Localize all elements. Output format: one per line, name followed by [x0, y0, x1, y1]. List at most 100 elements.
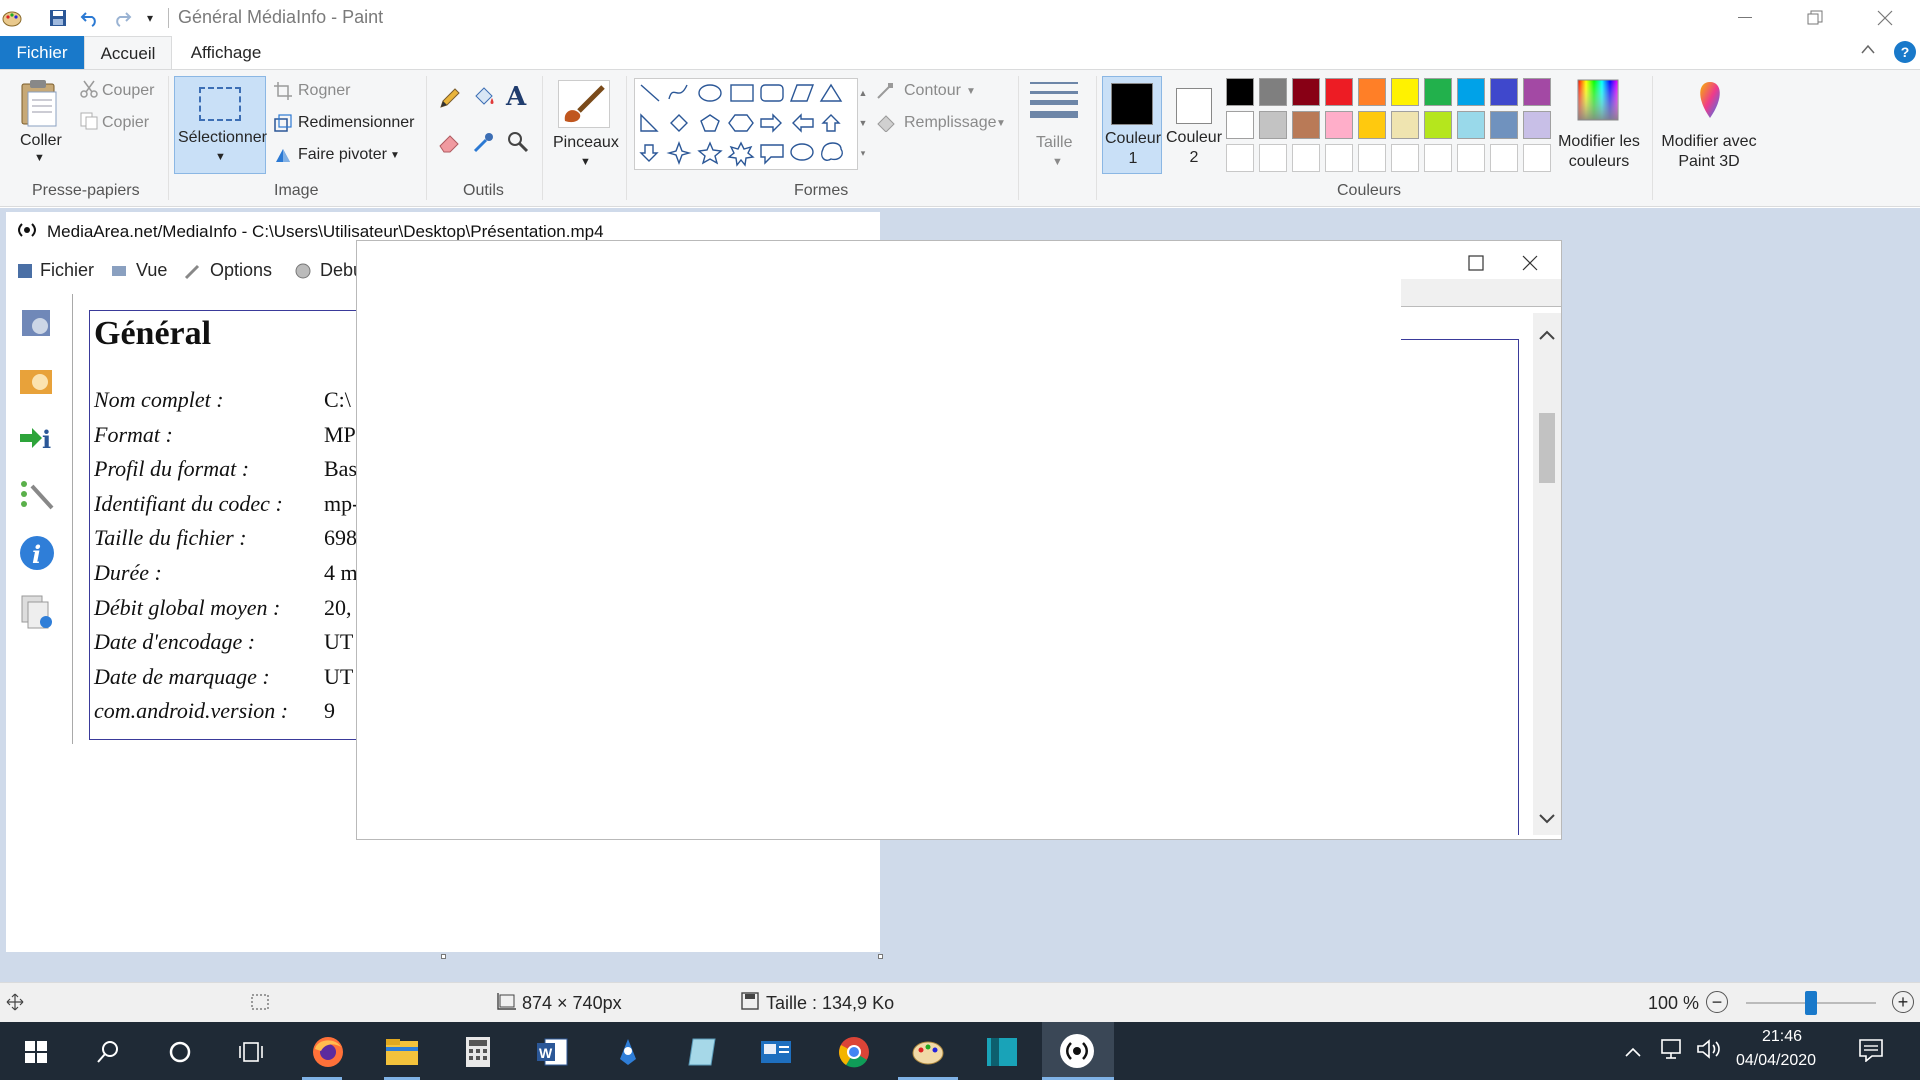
custom-color-slot[interactable] — [1457, 144, 1485, 172]
brushes-dropdown-icon[interactable]: ▼ — [580, 156, 591, 168]
custom-color-slot[interactable] — [1226, 144, 1254, 172]
fill-bucket-icon[interactable] — [472, 86, 496, 115]
select-button[interactable]: Sélectionner ▼ — [174, 76, 267, 174]
clock-time[interactable]: 21:46 — [1762, 1028, 1802, 1046]
settings-app-icon[interactable] — [754, 1030, 798, 1074]
size-dropdown-icon[interactable]: ▼ — [1052, 156, 1063, 168]
crop-button[interactable]: Rogner — [298, 82, 350, 100]
mediainfo-taskbar-button[interactable] — [1042, 1022, 1114, 1080]
fill-button[interactable]: Remplissage — [904, 114, 996, 132]
palette-color-swatch[interactable] — [1358, 78, 1386, 106]
palette-color-swatch[interactable] — [1358, 111, 1386, 139]
zoom-out-button[interactable]: − — [1706, 991, 1728, 1013]
size-button[interactable]: Taille — [1036, 134, 1072, 152]
canvas-resize-handle-corner[interactable] — [878, 954, 883, 959]
paint3d-button[interactable]: Modifier avec Paint 3D — [1654, 132, 1764, 172]
network-icon[interactable] — [1660, 1038, 1686, 1065]
outline-dropdown-icon[interactable]: ▼ — [966, 86, 976, 97]
calculator-icon[interactable] — [456, 1030, 500, 1074]
collapse-ribbon-icon[interactable] — [1860, 42, 1876, 60]
custom-color-slot[interactable] — [1259, 144, 1287, 172]
tab-fichier[interactable]: Fichier — [0, 36, 84, 70]
eraser-icon[interactable] — [438, 130, 462, 159]
save-icon[interactable] — [46, 6, 70, 30]
paint-taskbar-icon[interactable] — [906, 1030, 950, 1074]
restore-icon[interactable] — [1780, 0, 1850, 36]
firefox-icon[interactable] — [306, 1030, 350, 1074]
pencil-icon[interactable] — [438, 86, 462, 115]
color2-button[interactable]: Couleur 2 — [1164, 76, 1224, 174]
palette-color-swatch[interactable] — [1259, 111, 1287, 139]
undo-icon[interactable] — [78, 6, 102, 30]
notifications-icon[interactable] — [1858, 1038, 1884, 1067]
brush-icon[interactable] — [558, 80, 610, 128]
fill-dropdown-icon[interactable]: ▼ — [996, 118, 1006, 129]
size-icon[interactable] — [1030, 82, 1078, 122]
chrome-icon[interactable] — [832, 1030, 876, 1074]
palette-color-swatch[interactable] — [1490, 111, 1518, 139]
palette-color-swatch[interactable] — [1391, 78, 1419, 106]
cortana-icon[interactable] — [158, 1030, 202, 1074]
paste-dropdown-icon[interactable]: ▼ — [34, 152, 45, 164]
floating-window-image[interactable] — [356, 240, 1562, 840]
customize-quick-access-icon[interactable]: ▾ — [138, 6, 162, 30]
palette-color-swatch[interactable] — [1226, 111, 1254, 139]
canvas-resize-handle-bottom[interactable] — [441, 954, 446, 959]
copy-button[interactable]: Copier — [102, 114, 149, 132]
zoom-in-button[interactable]: + — [1892, 991, 1914, 1013]
dark-app-icon[interactable] — [980, 1030, 1024, 1074]
cube-app-icon[interactable] — [680, 1030, 724, 1074]
paste-icon[interactable] — [18, 78, 62, 128]
show-hidden-icons-icon[interactable] — [1624, 1042, 1642, 1063]
palette-color-swatch[interactable] — [1523, 111, 1551, 139]
rotate-dropdown-icon[interactable]: ▼ — [390, 150, 400, 161]
close-icon[interactable] — [1850, 0, 1920, 36]
palette-color-swatch[interactable] — [1424, 78, 1452, 106]
zoom-slider-thumb[interactable] — [1805, 991, 1817, 1015]
edit-colors-button[interactable]: Modifier les couleurs — [1554, 132, 1644, 172]
tab-accueil[interactable]: Accueil — [84, 36, 172, 70]
search-icon[interactable] — [86, 1030, 130, 1074]
zoom-slider[interactable] — [1746, 991, 1876, 1015]
help-icon[interactable]: ? — [1894, 41, 1916, 63]
palette-color-swatch[interactable] — [1325, 78, 1353, 106]
custom-color-slot[interactable] — [1358, 144, 1386, 172]
resize-button[interactable]: Redimensionner — [298, 114, 415, 132]
custom-color-slot[interactable] — [1424, 144, 1452, 172]
color1-button[interactable]: Couleur 1 — [1102, 76, 1162, 174]
clock-date[interactable]: 04/04/2020 — [1736, 1052, 1816, 1070]
palette-color-swatch[interactable] — [1424, 111, 1452, 139]
file-explorer-icon[interactable] — [380, 1030, 424, 1074]
paste-button[interactable]: Coller — [20, 132, 62, 150]
palette-color-swatch[interactable] — [1523, 78, 1551, 106]
task-view-icon[interactable] — [230, 1030, 274, 1074]
paint-app-icon[interactable] — [0, 6, 24, 30]
windows-start-icon[interactable] — [14, 1030, 58, 1074]
custom-color-slot[interactable] — [1391, 144, 1419, 172]
volume-icon[interactable] — [1696, 1038, 1722, 1065]
outline-button[interactable]: Contour — [904, 82, 961, 100]
custom-color-slot[interactable] — [1523, 144, 1551, 172]
custom-color-slot[interactable] — [1292, 144, 1320, 172]
palette-color-swatch[interactable] — [1226, 78, 1254, 106]
palette-color-swatch[interactable] — [1325, 111, 1353, 139]
custom-color-slot[interactable] — [1325, 144, 1353, 172]
palette-color-swatch[interactable] — [1457, 111, 1485, 139]
shapes-scroll[interactable]: ▲ ▼ ▾ — [856, 78, 870, 170]
brushes-button[interactable]: Pinceaux — [553, 134, 619, 152]
rotate-button[interactable]: Faire pivoter — [298, 146, 387, 164]
palette-color-swatch[interactable] — [1292, 111, 1320, 139]
magnifier-icon[interactable] — [506, 130, 530, 159]
shapes-gallery[interactable] — [634, 78, 858, 170]
palette-color-swatch[interactable] — [1391, 111, 1419, 139]
palette-color-swatch[interactable] — [1490, 78, 1518, 106]
palette-color-swatch[interactable] — [1259, 78, 1287, 106]
word-icon[interactable]: W — [530, 1030, 574, 1074]
tab-affichage[interactable]: Affichage — [176, 36, 276, 70]
palette-color-swatch[interactable] — [1292, 78, 1320, 106]
color-picker-icon[interactable] — [472, 130, 496, 159]
palette-color-swatch[interactable] — [1457, 78, 1485, 106]
minimize-icon[interactable] — [1710, 0, 1780, 36]
cut-button[interactable]: Couper — [102, 82, 154, 100]
text-tool-icon[interactable]: A — [506, 82, 526, 112]
